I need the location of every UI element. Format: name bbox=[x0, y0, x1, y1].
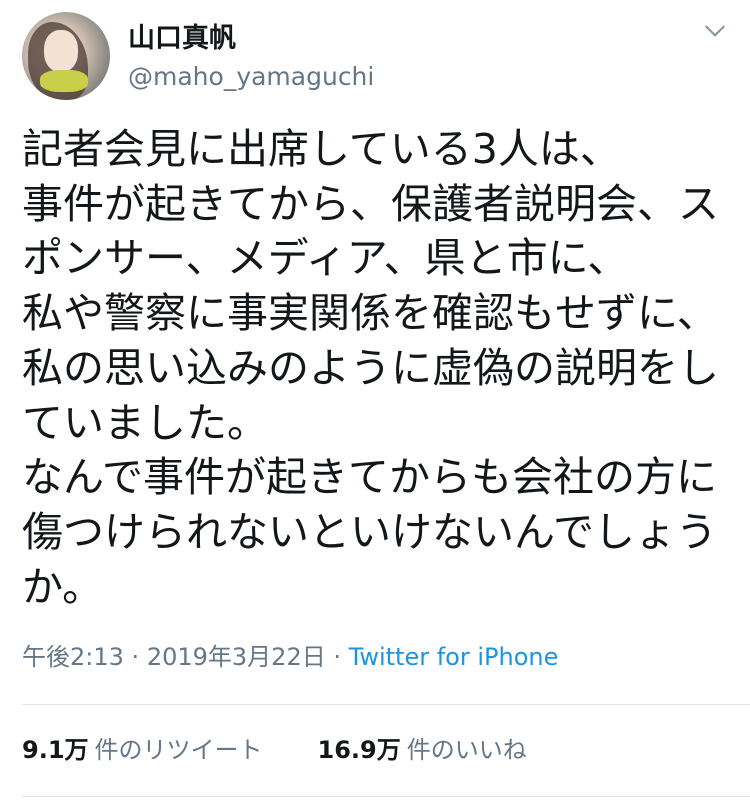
user-handle[interactable]: @maho_yamaguchi bbox=[128, 62, 374, 92]
tweet-stats: 9.1万 件のリツイート 16.9万 件のいいね bbox=[22, 733, 527, 767]
avatar-face bbox=[44, 30, 78, 72]
avatar[interactable] bbox=[22, 12, 110, 100]
tweet-source-link[interactable]: Twitter for iPhone bbox=[349, 643, 559, 671]
retweets-stat[interactable]: 9.1万 件のリツイート bbox=[22, 733, 263, 767]
divider bbox=[22, 704, 750, 705]
meta-separator: · bbox=[131, 643, 140, 671]
display-name[interactable]: 山口真帆 bbox=[128, 22, 236, 56]
retweets-count: 9.1万 bbox=[22, 736, 89, 764]
tweet-text: 記者会見に出席している3人は、 事件が起きてから、保護者説明会、ス ポンサー、メ… bbox=[22, 125, 719, 611]
chevron-down-icon[interactable] bbox=[702, 18, 728, 44]
tweet-time[interactable]: 午後2:13 bbox=[22, 643, 124, 671]
meta-separator: · bbox=[333, 643, 341, 671]
tweet-meta: 午後2:13 · 2019年3月22日 · Twitter for iPhone bbox=[22, 640, 558, 674]
likes-label: 件のいいね bbox=[406, 736, 527, 764]
divider bbox=[22, 796, 750, 797]
retweets-label: 件のリツイート bbox=[94, 736, 263, 764]
tweet-date[interactable]: 2019年3月22日 bbox=[147, 643, 326, 671]
avatar-scarf bbox=[40, 70, 88, 92]
likes-stat[interactable]: 16.9万 件のいいね bbox=[318, 733, 527, 767]
tweet-detail: 山口真帆 @maho_yamaguchi 記者会見に出席している3人は、 事件が… bbox=[0, 0, 750, 801]
likes-count: 16.9万 bbox=[317, 736, 401, 764]
tweet-header: 山口真帆 @maho_yamaguchi bbox=[22, 12, 732, 102]
